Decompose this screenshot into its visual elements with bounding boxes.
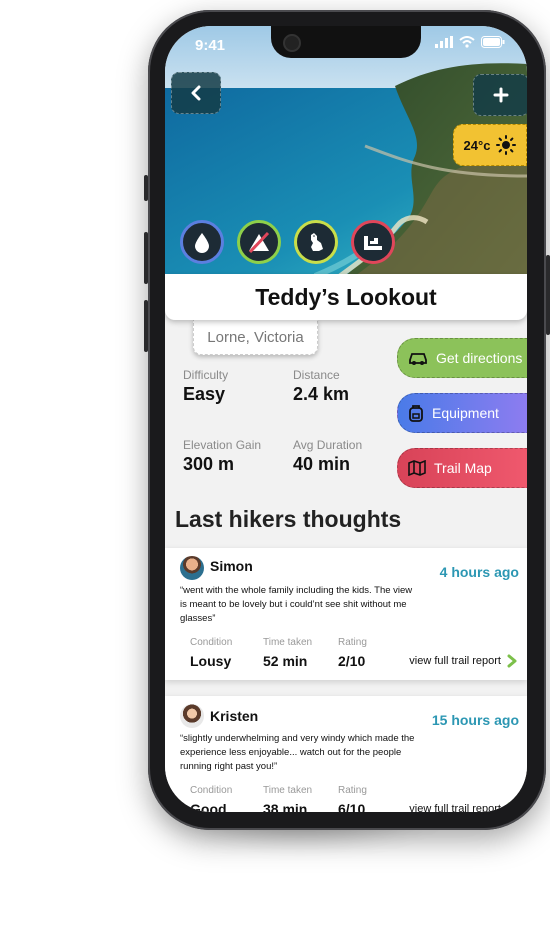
trail-location: Lorne, Victoria [193, 320, 318, 355]
status-time: 9:41 [195, 37, 226, 54]
rating-value: 2/10 [338, 653, 366, 669]
view-report-label: view full trail report [409, 655, 501, 667]
difficulty-label: Difficulty [183, 368, 229, 382]
volume-up-button [144, 232, 148, 284]
dog-friendly-badge[interactable] [294, 220, 338, 264]
chevron-left-icon [191, 85, 201, 101]
temperature-label: 24°c [463, 137, 491, 153]
silent-switch [144, 175, 148, 201]
rating-value: 6/10 [338, 801, 366, 812]
backpack-icon [409, 405, 423, 422]
chevron-right-icon [507, 654, 517, 668]
distance-value: 2.4 km [293, 384, 350, 404]
plus-icon [493, 87, 509, 103]
get-directions-label: Get directions [436, 350, 523, 366]
condition-value: Lousy [190, 653, 232, 669]
equipment-button[interactable]: Equipment [397, 393, 527, 433]
duration-value: 40 min [293, 454, 351, 474]
trail-map-label: Trail Map [434, 460, 492, 476]
water-badge[interactable] [180, 220, 224, 264]
stairs-badge[interactable] [351, 220, 395, 264]
status-icons [435, 36, 505, 48]
review-text: “went with the whole family including th… [180, 585, 413, 624]
rating-label: Rating [338, 785, 367, 796]
review-card: Kristen 15 hours ago “slightly underwhel… [165, 696, 527, 812]
elevation-label: Elevation Gain [183, 438, 262, 452]
rating-label: Rating [338, 637, 367, 648]
view-report-label: view full trail report [409, 803, 501, 812]
review-card: Simon 4 hours ago “went with the whole f… [165, 548, 527, 680]
view-report-link[interactable]: view full trail report [409, 654, 517, 668]
map-icon [408, 460, 426, 476]
elevation-value: 300 m [183, 454, 235, 474]
avatar [180, 704, 204, 728]
duration-label: Avg Duration [293, 438, 363, 452]
reviewer-name: Simon [210, 558, 253, 574]
view-report-link[interactable]: view full trail report [409, 802, 517, 812]
stairs-icon [364, 236, 382, 250]
time-taken-value: 38 min [263, 801, 308, 812]
car-icon [409, 353, 427, 365]
app-screen: 9:41 24°c Teddy’s Lookout Lorne, Victori… [165, 26, 527, 812]
battery-icon [481, 36, 505, 48]
volume-down-button [144, 300, 148, 352]
review-time: 15 hours ago [431, 712, 519, 728]
mountain-crossed-icon [248, 231, 270, 253]
difficulty-value: Easy [183, 384, 226, 404]
dog-icon [311, 233, 323, 251]
reviewer-name: Kristen [210, 708, 259, 724]
signal-icon [435, 36, 453, 48]
condition-label: Condition [190, 785, 233, 796]
equipment-label: Equipment [432, 405, 499, 421]
power-button [546, 255, 550, 335]
thoughts-heading: Last hikers thoughts [175, 506, 402, 532]
add-button[interactable] [473, 74, 527, 116]
back-button[interactable] [171, 72, 221, 114]
trail-title-bar: Teddy’s Lookout [165, 274, 527, 320]
weather-badge: 24°c [453, 124, 527, 166]
water-drop-icon [195, 233, 209, 253]
time-taken-label: Time taken [263, 637, 313, 648]
get-directions-button[interactable]: Get directions [397, 338, 527, 378]
time-taken-label: Time taken [263, 785, 313, 796]
front-camera [283, 34, 301, 52]
condition-label: Condition [190, 637, 233, 648]
terrain-badge[interactable] [237, 220, 281, 264]
time-taken-value: 52 min [263, 653, 308, 669]
trail-name: Teddy’s Lookout [255, 283, 437, 310]
condition-value: Good [190, 801, 227, 812]
sun-icon [496, 135, 517, 155]
trail-map-button[interactable]: Trail Map [397, 448, 527, 488]
wifi-icon [459, 36, 475, 48]
review-text: “slightly underwhelming and very windy w… [180, 733, 415, 772]
distance-label: Distance [293, 368, 340, 382]
chevron-right-icon [507, 802, 517, 812]
avatar [180, 556, 204, 580]
review-time: 4 hours ago [439, 564, 519, 580]
